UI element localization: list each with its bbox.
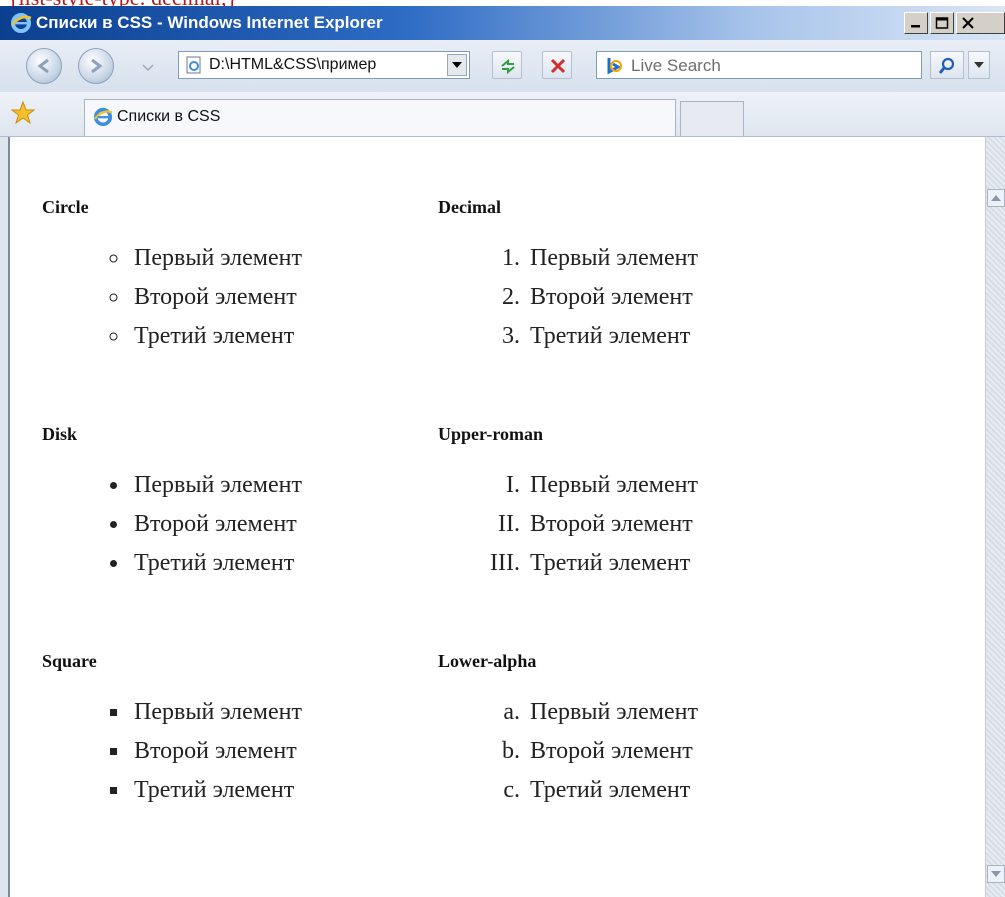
address-bar[interactable]: D:\HTML&CSS\пример [178, 51, 470, 79]
navigation-bar: D:\HTML&CSS\пример Live Search [0, 40, 1005, 93]
bing-logo-icon [604, 56, 624, 76]
list-item: Третий элемент [526, 317, 838, 356]
list-item: Первый элемент [130, 466, 402, 505]
recent-pages-chevron-icon[interactable] [142, 64, 154, 72]
list-item: Второй элемент [526, 505, 838, 544]
chevron-down-icon [452, 62, 462, 68]
minimize-icon [911, 25, 920, 28]
chevron-down-icon [974, 62, 984, 68]
section-title-decimal: Decimal [438, 197, 501, 217]
list-decimal: Первый элемент Второй элемент Третий эле… [438, 239, 838, 369]
list-item: Третий элемент [130, 771, 402, 810]
refresh-icon [501, 58, 515, 75]
left-column: Circle Первый элемент Второй элемент Тре… [42, 187, 402, 823]
star-icon[interactable] [10, 100, 36, 126]
new-tab-button[interactable] [680, 101, 744, 136]
chevron-down-icon [991, 871, 1001, 877]
list-item: Второй элемент [526, 732, 838, 771]
list-item: Второй элемент [130, 505, 402, 544]
back-arrow-icon [37, 58, 49, 74]
list-item: Третий элемент [130, 544, 402, 583]
list-item: Второй элемент [130, 278, 402, 317]
page-content: Circle Первый элемент Второй элемент Тре… [8, 137, 985, 897]
scroll-up-button[interactable] [987, 189, 1005, 207]
scroll-down-button[interactable] [987, 865, 1005, 883]
search-placeholder[interactable]: Live Search [631, 56, 721, 76]
list-upper-roman: Первый элемент Второй элемент Третий эле… [438, 466, 838, 596]
search-button[interactable] [930, 51, 964, 79]
list-item: Первый элемент [130, 693, 402, 732]
list-square: Первый элемент Второй элемент Третий эле… [42, 693, 402, 823]
title-bar[interactable]: Списки в CSS - Windows Internet Explorer [0, 6, 1005, 40]
forward-arrow-icon [91, 58, 103, 74]
list-item: Второй элемент [526, 278, 838, 317]
vertical-scrollbar[interactable] [985, 137, 1005, 897]
window-title: Списки в CSS - Windows Internet Explorer [36, 13, 383, 32]
close-button[interactable] [956, 12, 1005, 34]
maximize-icon [935, 17, 949, 29]
list-item: Первый элемент [130, 239, 402, 278]
section-title-square: Square [42, 651, 97, 671]
stop-icon [550, 58, 566, 74]
tab-label: Списки в CSS [117, 108, 221, 125]
refresh-button[interactable] [492, 51, 522, 79]
list-item: Третий элемент [526, 544, 838, 583]
list-item: Третий элемент [130, 317, 402, 356]
list-disc: Первый элемент Второй элемент Третий эле… [42, 466, 402, 596]
ie-window: Списки в CSS - Windows Internet Explorer… [0, 6, 1005, 897]
section-title-upper-roman: Upper-roman [438, 424, 543, 444]
stop-button[interactable] [542, 51, 572, 79]
address-input[interactable]: D:\HTML&CSS\пример [209, 56, 437, 74]
search-box[interactable]: Live Search [596, 51, 922, 79]
close-icon [962, 17, 974, 29]
chevron-up-icon [991, 195, 1001, 201]
section-title-circle: Circle [42, 197, 89, 217]
tab-bar: Списки в CSS [0, 92, 1005, 137]
forward-button[interactable] [78, 48, 114, 84]
list-circle: Первый элемент Второй элемент Третий эле… [42, 239, 402, 369]
maximize-button[interactable] [930, 12, 954, 34]
back-button[interactable] [26, 48, 62, 84]
right-column: Decimal Первый элемент Второй элемент Тр… [438, 187, 838, 823]
ie-logo-icon [11, 13, 32, 33]
page-icon [186, 56, 201, 74]
list-item: Первый элемент [526, 239, 838, 278]
address-dropdown-button[interactable] [447, 54, 467, 76]
section-title-lower-alpha: Lower-alpha [438, 651, 537, 671]
list-item: Первый элемент [526, 693, 838, 732]
list-item: Первый элемент [526, 466, 838, 505]
magnifier-icon [938, 57, 955, 74]
ie-logo-icon [93, 107, 113, 127]
list-item: Третий элемент [526, 771, 838, 810]
section-title-disk: Disk [42, 424, 78, 444]
list-lower-alpha: Первый элемент Второй элемент Третий эле… [438, 693, 838, 823]
search-options-button[interactable] [968, 51, 990, 79]
tab-active[interactable]: Списки в CSS [84, 99, 676, 136]
minimize-button[interactable] [904, 12, 928, 34]
list-item: Второй элемент [130, 732, 402, 771]
